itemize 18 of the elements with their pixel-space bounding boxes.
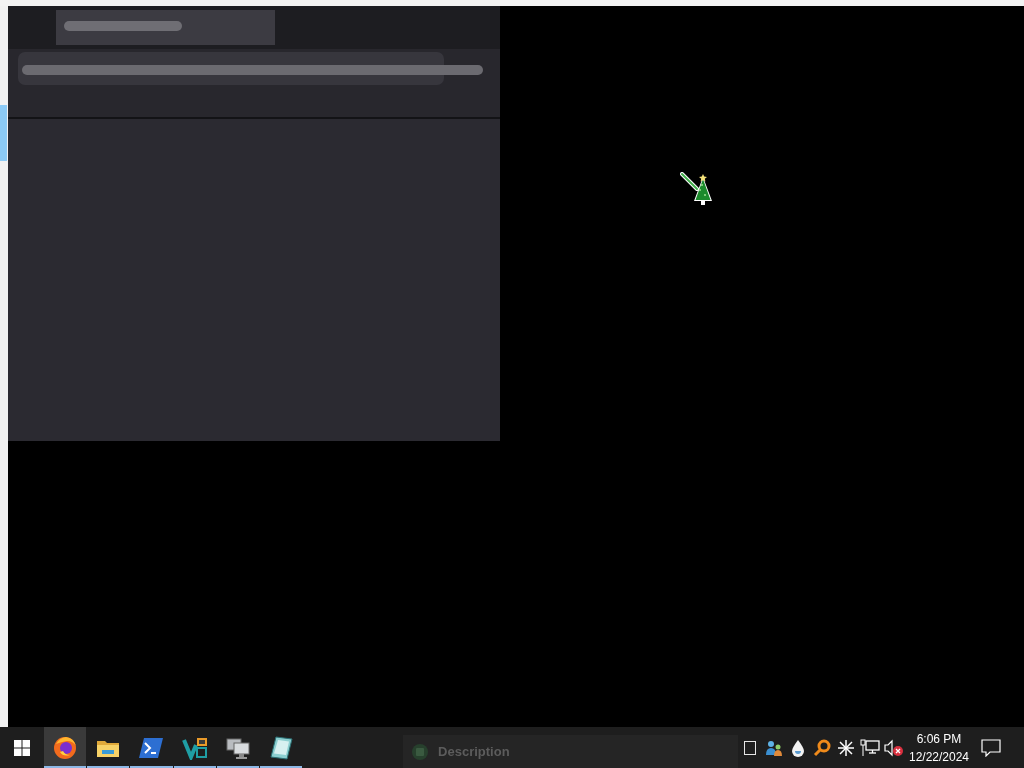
start-icon: [13, 739, 30, 756]
monitor-icon: [225, 736, 250, 759]
water-drop-icon: [791, 738, 805, 757]
magnifier-icon: [813, 738, 831, 757]
asterisk-icon: [837, 738, 855, 757]
page-icon: [743, 739, 757, 756]
taskbar-button[interactable]: [44, 727, 87, 768]
terminal-prompt-icon: [139, 736, 164, 759]
notebook-icon: [269, 735, 293, 760]
users-icon: [764, 738, 784, 757]
globe-icon: [53, 735, 78, 760]
v-shape-icon: [181, 735, 208, 760]
clock[interactable]: 6:06 PM 12/22/2024: [906, 727, 972, 768]
highlight-strip: [0, 105, 7, 161]
network-icon: [860, 738, 880, 757]
notifications-icon: [981, 738, 1001, 757]
christmas-tree-cursor-icon: [680, 172, 714, 206]
app-icon: [411, 742, 430, 761]
